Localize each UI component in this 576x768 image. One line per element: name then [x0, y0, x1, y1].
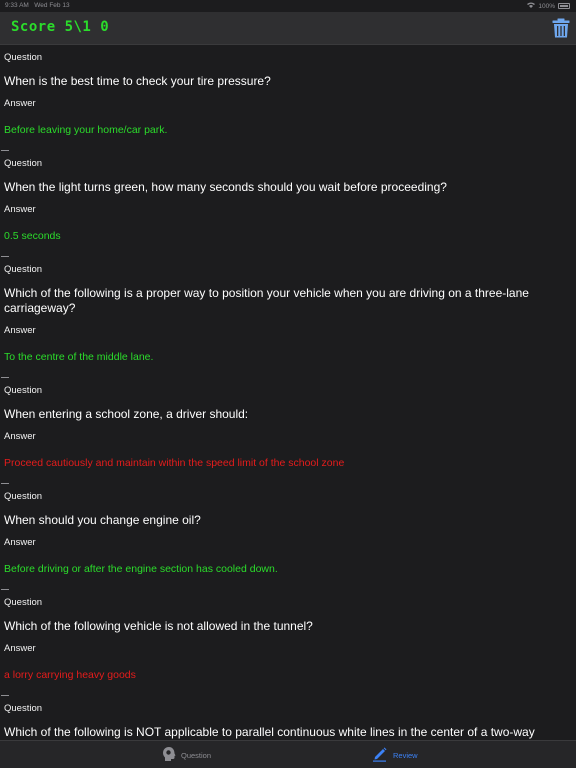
- tab-question[interactable]: Question: [162, 746, 211, 764]
- status-bar: 9:33 AM Wed Feb 13 100%: [0, 0, 576, 12]
- divider: [1, 589, 9, 590]
- status-right: 100%: [527, 2, 570, 10]
- battery-label: 100%: [538, 2, 555, 10]
- question-label: Question: [4, 703, 43, 714]
- tab-bar: Question Review: [0, 740, 576, 768]
- question-text: When should you change engine oil?: [4, 513, 201, 527]
- pencil-edit-icon: [372, 746, 388, 764]
- answer-label: Answer: [4, 537, 36, 548]
- answer-text: Proceed cautiously and maintain within t…: [4, 457, 345, 469]
- nav-bar: Score 5\1 0: [0, 12, 576, 45]
- trash-icon[interactable]: [552, 18, 570, 38]
- question-label: Question: [4, 264, 43, 275]
- answer-text: To the centre of the middle lane.: [4, 351, 154, 363]
- divider: [1, 150, 9, 151]
- answer-text: 0.5 seconds: [4, 230, 61, 242]
- tab-question-label: Question: [181, 750, 212, 760]
- tab-review-label: Review: [393, 750, 418, 760]
- question-text: Which of the following is a proper way t…: [4, 286, 529, 315]
- divider: [1, 483, 9, 484]
- answer-text: Before leaving your home/car park.: [4, 124, 168, 136]
- divider: [1, 377, 9, 378]
- question-label: Question: [4, 52, 43, 63]
- question-text: When is the best time to check your tire…: [4, 74, 271, 88]
- head-profile-icon: [162, 746, 176, 764]
- answer-label: Answer: [4, 204, 36, 215]
- question-label: Question: [4, 597, 43, 608]
- question-label: Question: [4, 491, 43, 502]
- question-text: Which of the following is NOT applicable…: [4, 725, 535, 739]
- answer-label: Answer: [4, 98, 36, 109]
- answer-label: Answer: [4, 643, 36, 654]
- review-list[interactable]: Question When is the best time to check …: [0, 46, 576, 740]
- question-text: When entering a school zone, a driver sh…: [4, 407, 249, 421]
- tab-review[interactable]: Review: [372, 746, 418, 764]
- question-label: Question: [4, 385, 43, 396]
- divider: [1, 695, 9, 696]
- answer-label: Answer: [4, 325, 36, 336]
- wifi-icon: [527, 2, 536, 10]
- question-text: When the light turns green, how many sec…: [4, 180, 447, 194]
- divider: [1, 256, 9, 257]
- question-label: Question: [4, 158, 43, 169]
- answer-label: Answer: [4, 431, 36, 442]
- battery-icon: [558, 3, 570, 9]
- score-title: Score 5\1 0: [11, 19, 110, 35]
- answer-text: Before driving or after the engine secti…: [4, 563, 278, 575]
- status-time: 9:33 AM Wed Feb 13: [5, 2, 70, 9]
- answer-text: a lorry carrying heavy goods: [4, 669, 136, 681]
- question-text: Which of the following vehicle is not al…: [4, 619, 313, 633]
